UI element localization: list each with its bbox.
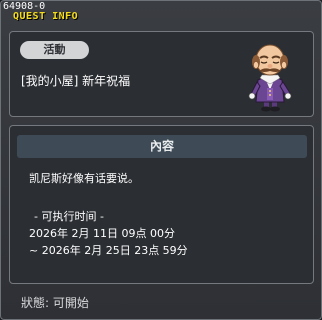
quest-header-panel: 活動 [我的小屋] 新年祝福 (9, 31, 314, 117)
event-badge: 活動 (20, 41, 89, 59)
end-time: ~ 2026年 2月 25日 23点 59分 (29, 244, 188, 257)
quest-status: 狀態: 可開始 (21, 296, 89, 310)
npc-portrait-icon (248, 44, 292, 112)
quest-info-window: 64908-0 QUEST INFO 活動 [我的小屋] 新年祝福 內容 凯尼斯… (0, 0, 322, 320)
content-description: 凯尼斯好像有话要说。 (29, 172, 139, 185)
quest-content-panel: 內容 凯尼斯好像有话要说。 - 可执行时间 - 2026年 2月 11日 09点… (9, 125, 314, 284)
window-title: QUEST INFO (13, 11, 79, 22)
quest-name: [我的小屋] 新年祝福 (21, 74, 131, 88)
content-heading: 內容 (17, 135, 307, 158)
start-time: 2026年 2月 11日 09点 00分 (29, 227, 175, 240)
available-time-heading: - 可执行时间 - (34, 210, 104, 223)
